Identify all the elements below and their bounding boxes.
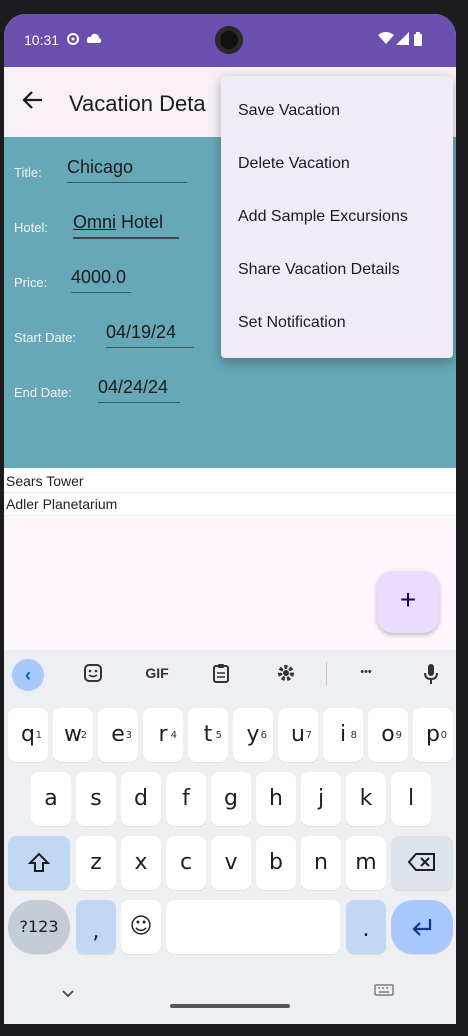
signal-icon xyxy=(396,32,409,48)
overflow-menu: Save Vacation Delete Vacation Add Sample… xyxy=(221,76,453,358)
hotel-misspelled-word: Omni xyxy=(73,212,117,232)
end-date-field[interactable]: 04/24/24 xyxy=(98,377,180,403)
key-z[interactable]: z xyxy=(76,836,116,890)
home-gesture-bar[interactable] xyxy=(170,1004,290,1008)
key-n[interactable]: n xyxy=(301,836,341,890)
menu-item-save-vacation[interactable]: Save Vacation xyxy=(221,84,453,137)
enter-icon xyxy=(412,919,432,936)
keyboard-toolbar: ‹ GIF ••• xyxy=(4,650,456,700)
key-x[interactable]: x xyxy=(121,836,161,890)
back-arrow-icon[interactable] xyxy=(22,89,44,118)
comma-key[interactable]: , xyxy=(76,900,116,954)
excursion-list: Sears Tower Adler Planetarium xyxy=(4,470,456,516)
symbols-key[interactable]: ?123 xyxy=(8,900,70,954)
key-f[interactable]: f xyxy=(166,772,206,826)
emoji-key[interactable]: ☺ xyxy=(121,900,161,954)
end-date-label: End Date: xyxy=(14,385,72,400)
key-l[interactable]: l xyxy=(391,772,431,826)
hotel-field[interactable]: Omni Hotel xyxy=(73,212,179,239)
clipboard-icon[interactable] xyxy=(206,663,236,688)
hotel-label: Hotel: xyxy=(14,220,48,235)
phone-screen: 10:31 Vacation Deta Title: Chicago Hotel… xyxy=(4,14,456,1024)
key-r[interactable]: 4r xyxy=(143,708,183,762)
more-options-icon[interactable]: ••• xyxy=(351,666,381,678)
menu-item-add-sample-excursions[interactable]: Add Sample Excursions xyxy=(221,190,453,243)
backspace-key[interactable] xyxy=(391,836,453,890)
title-label: Title: xyxy=(14,165,42,180)
key-q[interactable]: 1q xyxy=(8,708,48,762)
menu-item-set-notification[interactable]: Set Notification xyxy=(221,296,453,349)
keyboard-switch-icon[interactable] xyxy=(374,984,394,999)
backspace-icon xyxy=(407,853,435,871)
key-b[interactable]: b xyxy=(256,836,296,890)
title-field[interactable]: Chicago xyxy=(67,157,187,183)
sync-icon xyxy=(66,32,80,49)
status-bar: 10:31 xyxy=(4,14,456,67)
list-item[interactable]: Adler Planetarium xyxy=(4,493,456,516)
key-u[interactable]: 7u xyxy=(278,708,318,762)
key-j[interactable]: j xyxy=(301,772,341,826)
sticker-icon[interactable] xyxy=(78,663,108,688)
key-m[interactable]: m xyxy=(346,836,386,890)
key-a[interactable]: a xyxy=(31,772,71,826)
menu-item-delete-vacation[interactable]: Delete Vacation xyxy=(221,137,453,190)
enter-key[interactable] xyxy=(391,900,453,954)
space-key[interactable] xyxy=(166,900,340,954)
gif-button[interactable]: GIF xyxy=(142,665,172,681)
key-w[interactable]: 2w xyxy=(53,708,93,762)
key-v[interactable]: v xyxy=(211,836,251,890)
price-field[interactable]: 4000.0 xyxy=(71,267,131,293)
hotel-field-rest: Hotel xyxy=(116,212,164,232)
key-g[interactable]: g xyxy=(211,772,251,826)
key-y[interactable]: 6y xyxy=(233,708,273,762)
add-excursion-button[interactable]: + xyxy=(377,571,439,633)
key-e[interactable]: 3e xyxy=(98,708,138,762)
key-t[interactable]: 5t xyxy=(188,708,228,762)
menu-item-share-vacation-details[interactable]: Share Vacation Details xyxy=(221,243,453,296)
key-c[interactable]: c xyxy=(166,836,206,890)
gear-icon[interactable] xyxy=(271,663,301,688)
list-item[interactable]: Sears Tower xyxy=(4,470,456,493)
keyboard-collapse-button[interactable]: ‹ xyxy=(12,659,44,691)
key-p[interactable]: 0p xyxy=(413,708,453,762)
period-key[interactable]: . xyxy=(346,900,386,954)
navigation-bar xyxy=(4,964,456,1024)
key-d[interactable]: d xyxy=(121,772,161,826)
key-o[interactable]: 9o xyxy=(368,708,408,762)
cloud-icon xyxy=(86,32,102,47)
front-camera xyxy=(215,26,243,54)
microphone-icon[interactable] xyxy=(416,663,446,690)
key-h[interactable]: h xyxy=(256,772,296,826)
shift-key[interactable] xyxy=(8,836,70,890)
key-k[interactable]: k xyxy=(346,772,386,826)
status-time: 10:31 xyxy=(24,32,60,48)
toolbar-divider xyxy=(326,662,327,686)
battery-icon xyxy=(414,32,422,49)
start-date-field[interactable]: 04/19/24 xyxy=(106,322,194,348)
page-title: Vacation Deta xyxy=(69,91,206,116)
key-s[interactable]: s xyxy=(76,772,116,826)
key-i[interactable]: 8i xyxy=(323,708,363,762)
shift-icon xyxy=(27,852,51,872)
chevron-down-icon[interactable] xyxy=(62,985,74,1001)
start-date-label: Start Date: xyxy=(14,330,77,345)
wifi-icon xyxy=(378,32,394,48)
price-label: Price: xyxy=(14,275,48,290)
